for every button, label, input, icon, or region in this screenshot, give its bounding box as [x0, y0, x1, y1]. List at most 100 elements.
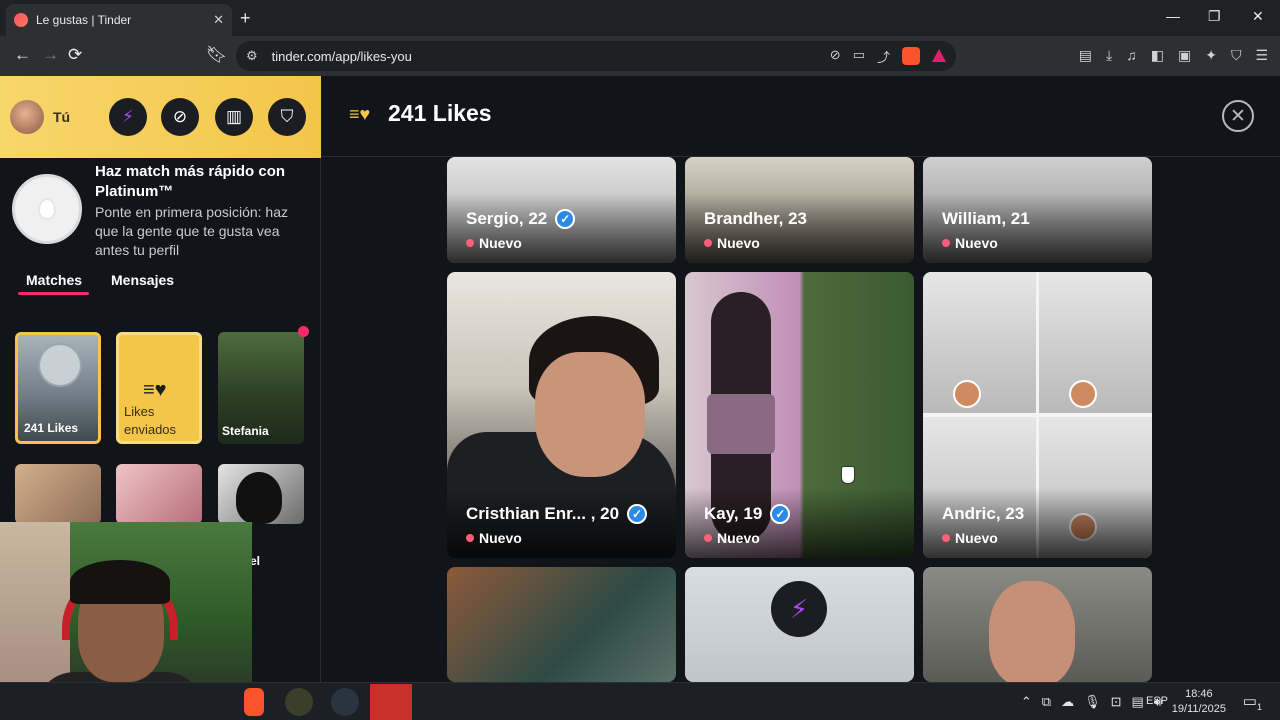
tray-chevron-icon[interactable]: ⌃ — [1021, 694, 1032, 710]
media-icon[interactable]: ♫ — [1126, 47, 1137, 64]
reader-mode-icon[interactable]: ▤ — [1079, 47, 1092, 64]
promo-description: Ponte en primera posición: haz que la ge… — [95, 204, 288, 258]
site-settings-icon[interactable]: ⚙︎ — [246, 48, 258, 64]
tab-close-icon[interactable]: ✕ — [213, 12, 224, 28]
new-match-dot — [298, 326, 309, 337]
new-dot — [466, 534, 474, 542]
like-status: Nuevo — [466, 235, 522, 251]
like-name: Andric, 23 — [942, 504, 1024, 524]
address-bar[interactable]: ⚙︎ tinder.com/app/likes-you ⊘ ▭ ⤴ — [236, 41, 956, 71]
tinder-favicon-icon — [14, 13, 28, 27]
brave-rewards-icon[interactable] — [932, 49, 946, 62]
microphone-icon[interactable]: 🎙︎ — [1084, 694, 1101, 710]
like-card[interactable]: Kay, 19 ✓ Nuevo — [685, 272, 914, 558]
like-card[interactable] — [447, 567, 676, 682]
minimize-button[interactable]: — — [1166, 8, 1180, 24]
new-dot — [942, 239, 950, 247]
profile-label[interactable]: Tú — [53, 109, 70, 125]
like-card[interactable]: Cristhian Enr... , 20 ✓ Nuevo — [447, 272, 676, 558]
share-icon[interactable]: ⤴ — [877, 47, 890, 66]
obs-taskbar-icon[interactable] — [331, 688, 359, 716]
browser-tabbar: Le gustas | Tinder ✕ + — ❐ ✕ — [0, 0, 1280, 36]
platinum-promo[interactable]: Haz match más rápido con Platinum™ Ponte… — [0, 158, 321, 258]
network-icon[interactable]: ▤ — [1132, 694, 1144, 710]
restore-button[interactable]: ❐ — [1208, 8, 1221, 25]
like-status-text: Nuevo — [479, 235, 522, 251]
vpn-icon[interactable]: ⛉ — [1231, 47, 1242, 64]
like-name-text: Brandher, 23 — [704, 209, 807, 228]
profile-avatar[interactable] — [10, 100, 44, 134]
platinum-ring-icon — [12, 174, 82, 244]
onedrive-icon[interactable]: ☁ — [1061, 694, 1074, 710]
like-status-text: Nuevo — [955, 530, 998, 546]
tray-app-icon[interactable]: ⊡ — [1111, 694, 1122, 710]
notification-icon[interactable]: ▭1 — [1243, 692, 1262, 712]
browser-tab[interactable]: Le gustas | Tinder ✕ — [6, 4, 232, 36]
new-tab-button[interactable]: + — [240, 8, 251, 29]
webcam-person-hair — [70, 560, 170, 604]
compass-icon: ⊘ — [172, 107, 188, 126]
url-text[interactable]: tinder.com/app/likes-you — [272, 49, 412, 64]
work-mode-button[interactable]: ▥ — [215, 98, 253, 136]
taskbar: ⌃ ⧉ ☁ 🎙︎ ⊡ ▤ 🔊︎ ESP 18:46 19/11/2025 ▭1 — [0, 682, 1280, 720]
sent-likes-card[interactable]: ≡♥ Likes enviados — [116, 332, 202, 444]
match-photo — [236, 472, 282, 524]
flame-icon — [40, 200, 54, 218]
like-card[interactable]: Sergio, 22 ✓ Nuevo — [447, 157, 676, 263]
cast-icon[interactable]: ▭ — [853, 47, 865, 66]
new-dot — [466, 239, 474, 247]
match-card[interactable] — [15, 464, 101, 524]
likes-card-photo — [40, 345, 80, 385]
tray-app-icon[interactable]: ⧉ — [1042, 694, 1051, 710]
dota-taskbar-icon[interactable] — [370, 684, 412, 720]
new-dot — [704, 534, 712, 542]
likes-hearts-icon: ≡♥ — [349, 104, 371, 124]
likes-card[interactable]: 241 Likes — [15, 332, 101, 444]
card-photo — [923, 272, 1036, 413]
like-card[interactable]: ⚡︎ — [685, 567, 914, 682]
like-card[interactable]: Andric, 23 Nuevo — [923, 272, 1152, 558]
sidebar-toggle-icon[interactable]: ◧ — [1151, 47, 1164, 64]
brave-shields-icon[interactable] — [902, 47, 920, 65]
verified-badge-icon: ✓ — [555, 209, 576, 229]
boost-button[interactable]: ⚡︎ — [109, 98, 147, 136]
bookmark-icon[interactable]: 🔖︎ — [206, 45, 228, 65]
like-card[interactable]: Brandher, 23 Nuevo — [685, 157, 914, 263]
like-status: Nuevo — [466, 530, 522, 546]
back-button[interactable]: ← — [14, 45, 31, 65]
like-status: Nuevo — [942, 530, 998, 546]
close-button[interactable]: ✕ — [1222, 100, 1254, 132]
verified-badge-icon: ✓ — [627, 504, 648, 524]
clock[interactable]: 18:46 19/11/2025 — [1172, 687, 1226, 717]
match-card[interactable] — [218, 464, 304, 524]
like-status: Nuevo — [942, 235, 998, 251]
no-tracking-icon[interactable]: ⊘ — [830, 47, 841, 66]
explore-button[interactable]: ⊘ — [161, 98, 199, 136]
tab-matches[interactable]: Matches — [26, 272, 82, 288]
like-card[interactable]: William, 21 Nuevo — [923, 157, 1152, 263]
app-taskbar-icon[interactable] — [285, 688, 313, 716]
boost-bolt-icon: ⚡︎ — [122, 107, 134, 126]
wallet-icon[interactable]: ▣ — [1178, 47, 1191, 64]
menu-icon[interactable]: ☰ — [1255, 47, 1268, 64]
promo-title: Haz match más rápido con Platinum™ — [95, 163, 286, 200]
card-photo — [1039, 272, 1152, 413]
tab-messages[interactable]: Mensajes — [111, 272, 174, 288]
likes-you-panel: ≡♥ 241 Likes ✕ Sergio, 22 ✓ Nuevo Brandhe… — [321, 76, 1280, 682]
language-indicator[interactable]: ESP — [1146, 695, 1168, 707]
like-card[interactable] — [923, 567, 1152, 682]
forward-button[interactable]: → — [42, 45, 59, 65]
brave-taskbar-icon[interactable] — [244, 688, 264, 716]
close-icon: ✕ — [1230, 105, 1246, 127]
match-card[interactable] — [116, 464, 202, 524]
like-status-text: Nuevo — [717, 530, 760, 546]
like-name-text: Kay, 19 — [704, 504, 763, 523]
window-close-button[interactable]: ✕ — [1252, 8, 1264, 25]
leo-ai-icon[interactable]: ✦ — [1205, 47, 1217, 64]
match-card-stefania[interactable]: Stefania — [218, 332, 304, 444]
new-dot — [942, 534, 950, 542]
notification-count: 1 — [1256, 702, 1262, 712]
safety-button[interactable]: ⛉ — [268, 98, 306, 136]
reload-button[interactable]: ⟳ — [68, 45, 82, 65]
download-icon[interactable]: ⤓ — [1106, 47, 1112, 64]
